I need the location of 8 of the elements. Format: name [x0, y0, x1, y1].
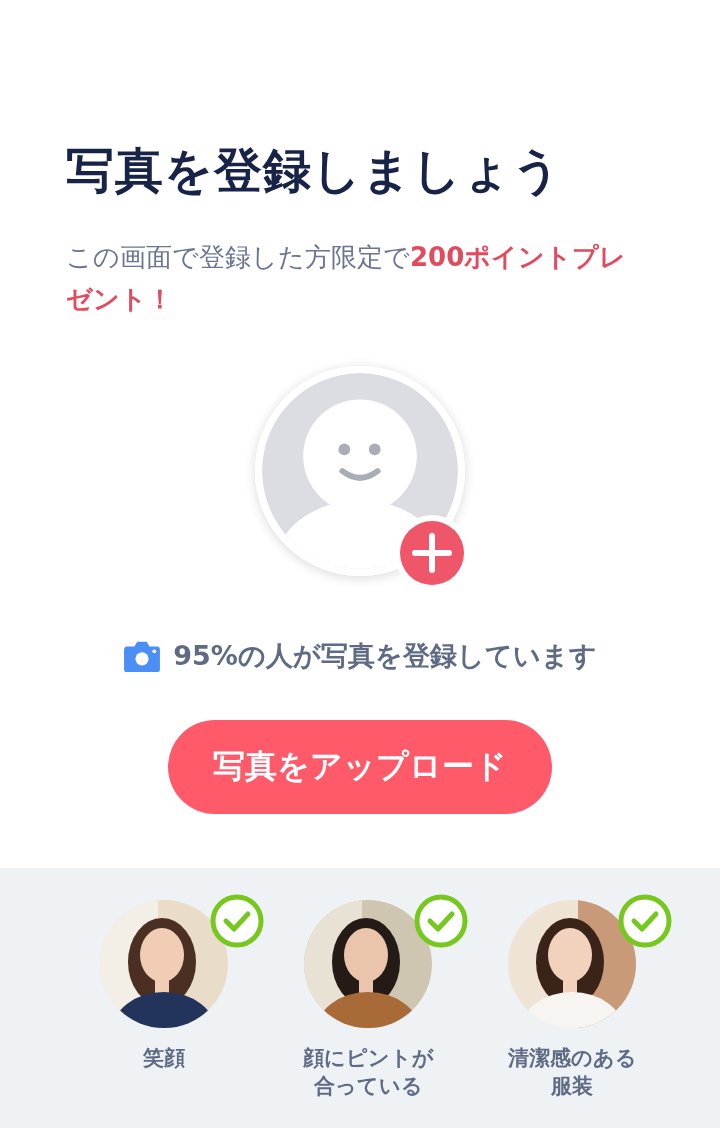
stat-text: 95%の人が写真を登録しています — [173, 639, 597, 673]
tip-label: 清潔感のある服装 — [506, 1045, 638, 1100]
tip-label: 顔にピントが合っている — [302, 1045, 434, 1100]
tip-label: 笑顔 — [142, 1045, 186, 1072]
page-title: 写真を登録しましょう — [66, 141, 563, 200]
promo-text: この画面で登録した方限定で200ポイントプレゼント！ — [66, 241, 628, 316]
camera-icon — [123, 639, 162, 673]
upload-button[interactable]: 写真をアップロード — [168, 720, 552, 814]
